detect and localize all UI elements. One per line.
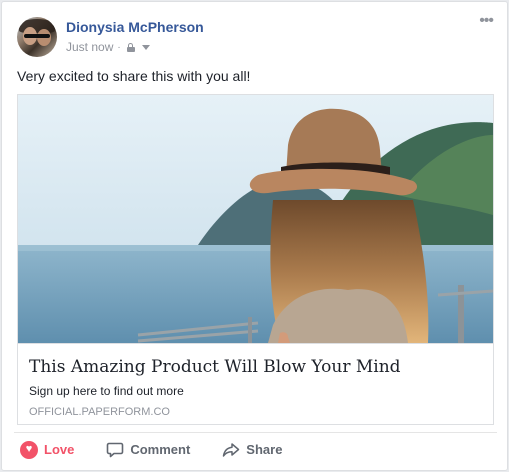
link-title[interactable]: This Amazing Product Will Blow Your Mind (29, 357, 401, 377)
love-label: Love (44, 442, 75, 457)
share-button[interactable]: Share (216, 437, 288, 463)
love-button[interactable]: ♥ Love (14, 437, 80, 463)
post-message: Very excited to share this with you all! (17, 68, 251, 84)
post-actions-bar: ♥ Love Comment Share (14, 432, 497, 462)
privacy-dropdown-icon[interactable] (141, 44, 150, 50)
meta-separator: · (117, 41, 121, 53)
more-options-icon[interactable]: ••• (479, 13, 494, 29)
link-preview-info[interactable]: This Amazing Product Will Blow Your Mind… (18, 343, 493, 424)
post-card: Dionysia McPherson Just now · ••• Very e… (1, 1, 508, 471)
comment-icon (107, 442, 124, 457)
comment-label: Comment (130, 442, 191, 457)
heart-icon: ♥ (20, 440, 38, 459)
share-label: Share (246, 442, 283, 457)
link-domain: OFFICIAL.PAPERFORM.CO (29, 406, 170, 418)
author-name[interactable]: Dionysia McPherson (66, 19, 204, 35)
comment-button[interactable]: Comment (100, 437, 196, 463)
share-icon (223, 442, 240, 457)
link-description: Sign up here to find out more (29, 384, 184, 398)
lock-icon[interactable] (126, 42, 135, 52)
post-timestamp[interactable]: Just now (66, 40, 113, 54)
author-avatar[interactable] (17, 17, 57, 57)
link-preview-photo (18, 95, 493, 343)
link-preview-image[interactable] (18, 95, 493, 343)
link-preview-card[interactable]: This Amazing Product Will Blow Your Mind… (17, 94, 494, 425)
post-meta: Just now · (66, 40, 150, 54)
